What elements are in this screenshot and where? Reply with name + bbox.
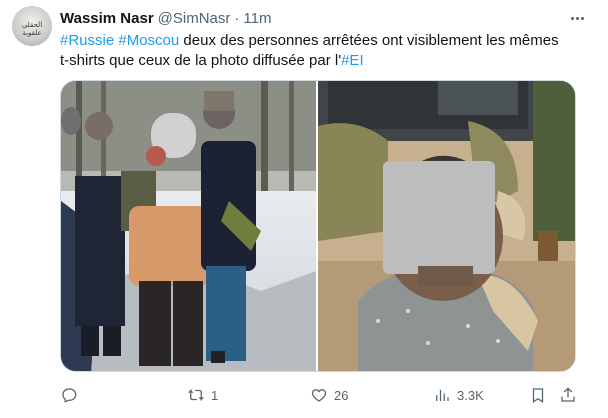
tweet-text-segment: deux des personnes arrêtées ont visiblem…	[179, 32, 559, 49]
more-dots-icon	[580, 16, 584, 20]
reply-button[interactable]	[60, 384, 84, 406]
hashtag-moscou[interactable]: #Moscou	[118, 32, 179, 49]
author-handle[interactable]: @SimNasr	[158, 10, 231, 27]
like-count: 26	[334, 387, 349, 403]
avatar[interactable]: الحقلي علقوبة	[12, 6, 52, 46]
retweet-button[interactable]: 1	[187, 384, 218, 406]
more-dots-icon	[575, 16, 579, 20]
author-display-name[interactable]: Wassim Nasr	[60, 10, 154, 27]
tweet-text-segment: t-shirts que ceux de la photo diffusée p…	[60, 52, 342, 69]
arrest-photo-right-image	[318, 81, 575, 371]
bookmark-button[interactable]	[529, 384, 547, 406]
more-options-button[interactable]	[564, 8, 590, 28]
tweet-card[interactable]: الحقلي علقوبة Wassim Nasr @SimNasr · 11m…	[0, 0, 608, 418]
arrest-photo-left[interactable]	[61, 81, 316, 371]
like-button[interactable]: 26	[310, 384, 348, 406]
heart-icon	[311, 389, 327, 402]
share-button[interactable]	[559, 384, 577, 406]
arrest-photo-right[interactable]	[318, 81, 575, 371]
views-count: 3.3K	[457, 387, 484, 403]
tweet-text: #Russie #Moscou deux des personnes arrêt…	[60, 31, 590, 71]
tweet-header: Wassim Nasr @SimNasr · 11m	[60, 8, 271, 28]
avatar-text: الحقلي علقوبة	[21, 21, 43, 37]
separator-dot: ·	[234, 9, 240, 27]
tweet-text-line-1: #Russie #Moscou deux des personnes arrêt…	[60, 31, 590, 51]
views-button[interactable]: 3.3K	[433, 384, 484, 406]
media-grid	[60, 80, 576, 372]
more-dots-icon	[570, 16, 574, 20]
views-icon	[436, 389, 449, 401]
tweet-timestamp[interactable]: 11m	[243, 10, 271, 27]
retweet-count: 1	[211, 387, 219, 403]
reply-icon	[62, 388, 77, 403]
hashtag-russie[interactable]: #Russie	[60, 32, 114, 49]
hashtag-ei[interactable]: #EI	[341, 52, 364, 69]
retweet-icon	[188, 388, 204, 402]
tweet-text-line-2: t-shirts que ceux de la photo diffusée p…	[60, 51, 590, 71]
share-icon	[561, 387, 575, 402]
tweet-actions: 1 26 3.3K	[60, 384, 576, 406]
arrest-photo-left-image	[61, 81, 316, 371]
bookmark-icon	[532, 388, 544, 403]
